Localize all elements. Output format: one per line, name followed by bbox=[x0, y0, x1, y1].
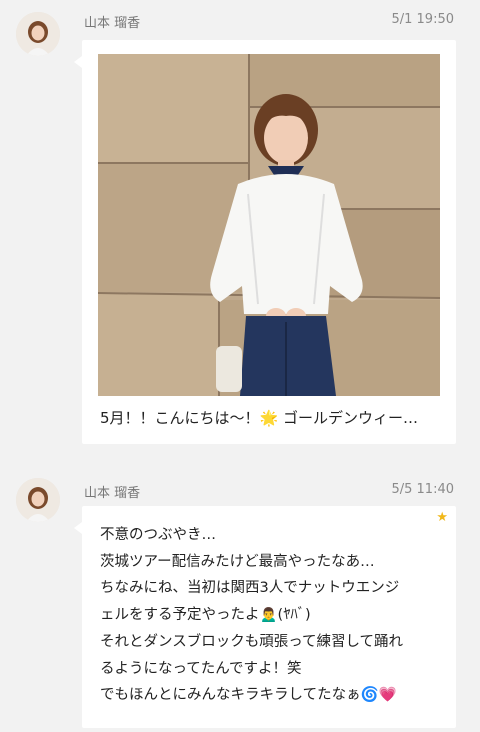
sender-name: 山本 瑠香 bbox=[84, 486, 141, 501]
timestamp: 5/1 19:50 bbox=[391, 12, 454, 27]
timestamp: 5/5 11:40 bbox=[391, 482, 454, 497]
photo[interactable] bbox=[98, 54, 440, 396]
message-bubble[interactable]: ★ 不意のつぶやき… 茨城ツアー配信みたけど最高やったなあ… ちなみにね、当初は… bbox=[82, 506, 456, 728]
message-text: 不意のつぶやき… 茨城ツアー配信みたけど最高やったなあ… ちなみにね、当初は関西… bbox=[100, 527, 404, 704]
bubble-tail bbox=[74, 56, 82, 68]
bubble-tail bbox=[74, 522, 82, 534]
sender-name: 山本 瑠香 bbox=[84, 16, 141, 31]
avatar[interactable] bbox=[16, 12, 60, 56]
message-bubble[interactable]: 5月！！こんにちは〜！🌟 ゴールデンウィー… bbox=[82, 40, 456, 444]
avatar[interactable] bbox=[16, 478, 60, 522]
photo-caption: 5月！！こんにちは〜！🌟 ゴールデンウィー… bbox=[100, 409, 418, 427]
